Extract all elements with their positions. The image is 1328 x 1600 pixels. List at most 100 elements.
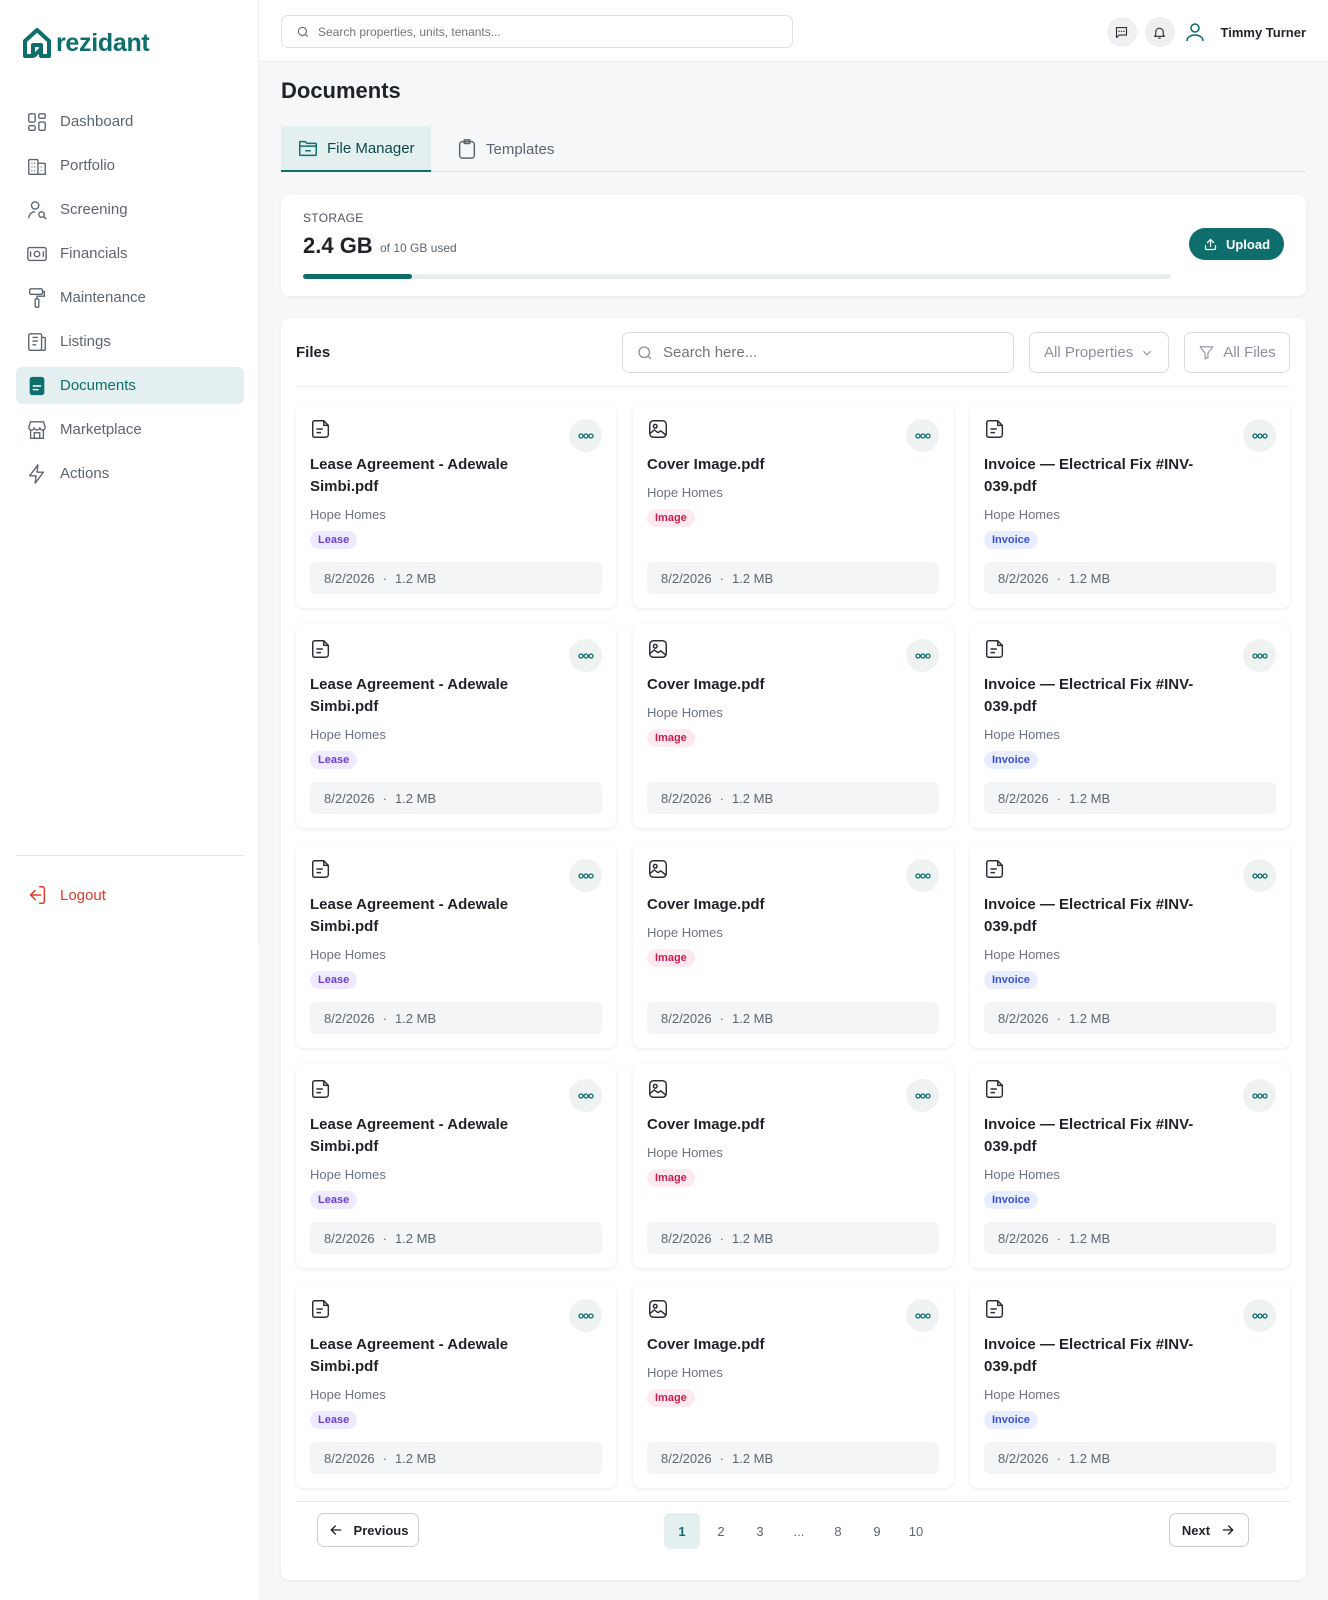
more-options-button[interactable] <box>906 1079 939 1112</box>
storage-card: STORAGE 2.4 GB of 10 GB used Upload <box>281 195 1306 296</box>
more-options-button[interactable] <box>569 1079 602 1112</box>
file-date: 8/2/2026 <box>661 1230 712 1246</box>
page-number[interactable]: 10 <box>898 1513 934 1549</box>
file-card[interactable]: Lease Agreement - Adewale Simbi.pdf Hope … <box>296 844 616 1048</box>
brand-logo[interactable]: rezidant <box>22 28 150 58</box>
user-avatar-icon[interactable] <box>1183 20 1207 44</box>
more-dots-icon <box>1251 1092 1268 1099</box>
file-search-input[interactable] <box>663 344 993 361</box>
file-tag-badge: Lease <box>310 531 358 549</box>
sidebar-item-label: Documents <box>60 377 136 394</box>
storage-used: 2.4 GB <box>303 233 373 258</box>
sidebar-item-screening[interactable]: Screening <box>16 191 244 228</box>
file-grid: Lease Agreement - Adewale Simbi.pdf Hope … <box>296 404 1290 1488</box>
sidebar-item-actions[interactable]: Actions <box>16 455 244 492</box>
global-search[interactable] <box>281 15 793 48</box>
file-name[interactable]: Lease Agreement - Adewale Simbi.pdf <box>310 454 530 498</box>
file-card[interactable]: Cover Image.pdf Hope Homes Image 8/2/2026 · 1… <box>633 624 953 828</box>
user-name[interactable]: Timmy Turner <box>1221 25 1306 40</box>
page-number[interactable]: 8 <box>820 1513 856 1549</box>
file-card[interactable]: Lease Agreement - Adewale Simbi.pdf Hope … <box>296 1064 616 1268</box>
file-name[interactable]: Cover Image.pdf <box>647 1114 867 1136</box>
file-name[interactable]: Invoice — Electrical Fix #INV-039.pdf <box>984 894 1204 938</box>
page-number[interactable]: 9 <box>859 1513 895 1549</box>
file-name[interactable]: Lease Agreement - Adewale Simbi.pdf <box>310 894 530 938</box>
file-tag-badge: Lease <box>310 1411 358 1429</box>
sidebar-item-marketplace[interactable]: Marketplace <box>16 411 244 448</box>
file-size: 1.2 MB <box>731 790 774 806</box>
file-name[interactable]: Cover Image.pdf <box>647 894 867 916</box>
more-options-button[interactable] <box>569 1299 602 1332</box>
more-options-button[interactable] <box>1243 639 1276 672</box>
file-property: Hope Homes <box>310 1167 386 1182</box>
file-card[interactable]: Lease Agreement - Adewale Simbi.pdf Hope … <box>296 404 616 608</box>
previous-page-button[interactable]: Previous <box>317 1513 419 1547</box>
sidebar-item-listings[interactable]: Listings <box>16 323 244 360</box>
file-size: 1.2 MB <box>1068 1010 1111 1026</box>
next-page-button[interactable]: Next <box>1169 1513 1249 1547</box>
file-card[interactable]: Cover Image.pdf Hope Homes Image 8/2/2026 · 1… <box>633 1064 953 1268</box>
sidebar-item-portfolio[interactable]: Portfolio <box>16 147 244 184</box>
sidebar-item-financials[interactable]: Financials <box>16 235 244 272</box>
sidebar-item-maintenance[interactable]: Maintenance <box>16 279 244 316</box>
file-name[interactable]: Cover Image.pdf <box>647 454 867 476</box>
sidebar-item-documents[interactable]: Documents <box>16 367 244 404</box>
more-options-button[interactable] <box>1243 859 1276 892</box>
more-options-button[interactable] <box>906 859 939 892</box>
more-options-button[interactable] <box>1243 419 1276 452</box>
file-card[interactable]: Cover Image.pdf Hope Homes Image 8/2/2026 · 1… <box>633 1284 953 1488</box>
global-search-input[interactable] <box>318 24 778 39</box>
property-filter-dropdown[interactable]: All Properties <box>1029 332 1169 373</box>
file-name[interactable]: Invoice — Electrical Fix #INV-039.pdf <box>984 454 1204 498</box>
file-card[interactable]: Invoice — Electrical Fix #INV-039.pdf Hop… <box>970 624 1290 828</box>
file-name[interactable]: Invoice — Electrical Fix #INV-039.pdf <box>984 1114 1204 1158</box>
file-name[interactable]: Cover Image.pdf <box>647 1334 867 1356</box>
more-options-button[interactable] <box>906 419 939 452</box>
more-dots-icon <box>577 652 594 659</box>
more-options-button[interactable] <box>1243 1299 1276 1332</box>
file-name[interactable]: Invoice — Electrical Fix #INV-039.pdf <box>984 674 1204 718</box>
file-card[interactable]: Invoice — Electrical Fix #INV-039.pdf Hop… <box>970 1064 1290 1268</box>
logout-icon <box>29 886 46 904</box>
file-card[interactable]: Lease Agreement - Adewale Simbi.pdf Hope … <box>296 1284 616 1488</box>
file-card[interactable]: Cover Image.pdf Hope Homes Image 8/2/2026 · 1… <box>633 404 953 608</box>
more-dots-icon <box>1251 1312 1268 1319</box>
file-name[interactable]: Invoice — Electrical Fix #INV-039.pdf <box>984 1334 1204 1378</box>
messages-button[interactable] <box>1106 17 1137 47</box>
previous-label: Previous <box>353 1522 409 1538</box>
more-options-button[interactable] <box>906 639 939 672</box>
file-card[interactable]: Invoice — Electrical Fix #INV-039.pdf Hop… <box>970 404 1290 608</box>
logout-button[interactable]: Logout <box>26 884 106 906</box>
tab-templates[interactable]: Templates <box>440 126 570 172</box>
meta-separator: · <box>382 790 387 806</box>
file-card[interactable]: Invoice — Electrical Fix #INV-039.pdf Hop… <box>970 844 1290 1048</box>
notifications-button[interactable] <box>1144 17 1175 47</box>
file-card[interactable]: Cover Image.pdf Hope Homes Image 8/2/2026 · 1… <box>633 844 953 1048</box>
file-type-filter-button[interactable]: All Files <box>1184 332 1290 373</box>
file-name[interactable]: Lease Agreement - Adewale Simbi.pdf <box>310 674 530 718</box>
file-name[interactable]: Lease Agreement - Adewale Simbi.pdf <box>310 1114 530 1158</box>
page-number[interactable]: 1 <box>664 1513 700 1549</box>
upload-button[interactable]: Upload <box>1189 228 1284 260</box>
file-card[interactable]: Invoice — Electrical Fix #INV-039.pdf Hop… <box>970 1284 1290 1488</box>
file-search[interactable] <box>622 332 1014 373</box>
file-name[interactable]: Lease Agreement - Adewale Simbi.pdf <box>310 1334 530 1378</box>
page-number[interactable]: 2 <box>703 1513 739 1549</box>
sidebar-item-dashboard[interactable]: Dashboard <box>16 103 244 140</box>
tab-file-manager[interactable]: File Manager <box>281 126 431 172</box>
more-options-button[interactable] <box>906 1299 939 1332</box>
files-title: Files <box>296 344 331 361</box>
file-card[interactable]: Lease Agreement - Adewale Simbi.pdf Hope … <box>296 624 616 828</box>
logout-label: Logout <box>60 886 106 904</box>
file-name[interactable]: Cover Image.pdf <box>647 674 867 696</box>
more-options-button[interactable] <box>1243 1079 1276 1112</box>
more-options-button[interactable] <box>569 859 602 892</box>
file-property: Hope Homes <box>647 1365 723 1380</box>
more-options-button[interactable] <box>569 639 602 672</box>
page-number[interactable]: 3 <box>742 1513 778 1549</box>
file-tag-badge: Lease <box>310 751 358 769</box>
sidebar-item-label: Screening <box>60 201 128 218</box>
tab-label: File Manager <box>327 139 415 157</box>
file-property: Hope Homes <box>310 947 386 962</box>
more-options-button[interactable] <box>569 419 602 452</box>
